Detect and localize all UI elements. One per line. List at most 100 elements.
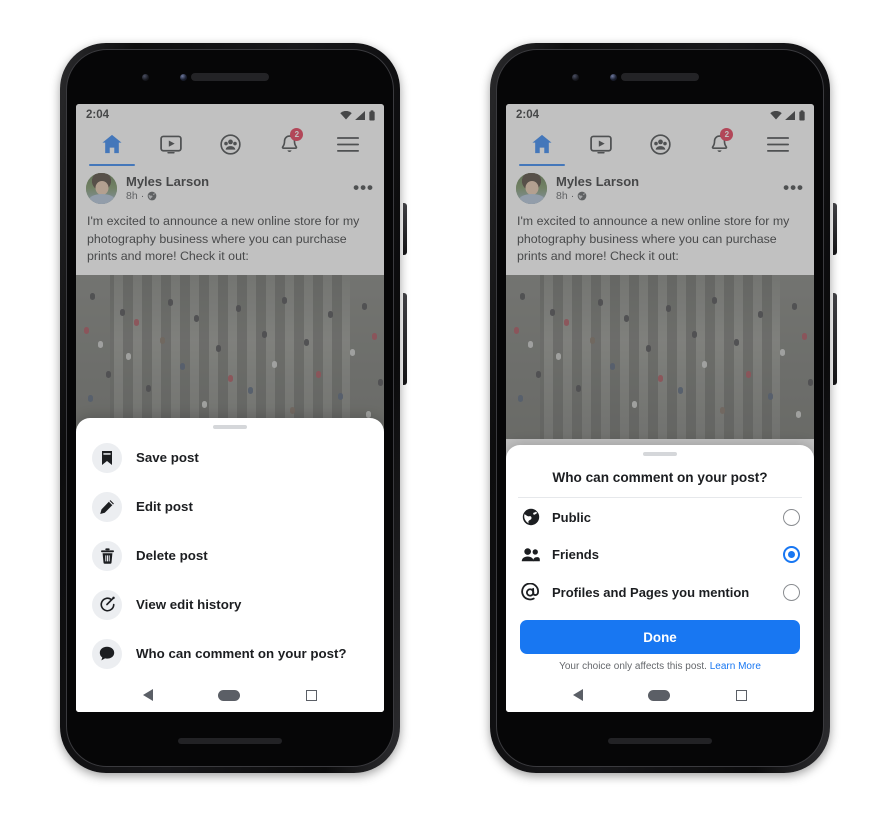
- status-bar: 2:04: [506, 104, 814, 126]
- post-header: Myles Larson 8h · •••: [506, 166, 814, 208]
- home-icon: [102, 134, 122, 154]
- post-more-options-button[interactable]: •••: [353, 179, 374, 196]
- bookmark-icon: [92, 442, 122, 473]
- front-camera-icon: [572, 74, 579, 81]
- friends-icon: [520, 547, 541, 563]
- post-photo[interactable]: [76, 274, 384, 439]
- trash-icon: [92, 540, 122, 571]
- option-profiles-and-pages-you-mention[interactable]: Profiles and Pages you mention: [506, 573, 814, 612]
- bottom-speaker: [178, 738, 282, 744]
- at-icon: [520, 583, 541, 602]
- avatar[interactable]: [516, 173, 547, 204]
- tab-menu[interactable]: [319, 126, 378, 166]
- volume-button[interactable]: [403, 293, 407, 385]
- back-triangle-icon[interactable]: [572, 689, 583, 701]
- post-body-text: I'm excited to announce a new online sto…: [517, 214, 790, 264]
- radio-friends[interactable]: [783, 546, 800, 563]
- video-icon: [160, 135, 182, 153]
- groups-icon: [219, 133, 241, 155]
- power-button[interactable]: [833, 203, 837, 255]
- sheet-grabber[interactable]: [213, 425, 247, 429]
- post-photo[interactable]: [506, 274, 814, 439]
- tab-notifications[interactable]: 2: [690, 126, 749, 166]
- post-meta-line: 8h ·: [556, 190, 639, 202]
- post-meta-separator: ·: [570, 190, 575, 203]
- battery-icon: [799, 109, 805, 120]
- post-body-text: I'm excited to announce a new online sto…: [87, 214, 360, 264]
- tab-video[interactable]: [141, 126, 200, 166]
- power-button[interactable]: [403, 203, 407, 255]
- hamburger-menu-icon: [337, 136, 360, 152]
- tab-groups[interactable]: [200, 126, 259, 166]
- tab-home[interactable]: [82, 126, 141, 166]
- sheet-grabber[interactable]: [643, 452, 677, 456]
- home-pill-icon[interactable]: [218, 689, 241, 701]
- menu-label: Delete post: [136, 548, 208, 563]
- home-icon: [532, 134, 552, 154]
- menu-label: View edit history: [136, 597, 242, 612]
- footer-text: Your choice only affects this post.: [559, 661, 707, 672]
- groups-icon: [649, 133, 671, 155]
- radio-public[interactable]: [783, 508, 800, 526]
- battery-icon: [369, 109, 375, 120]
- earpiece-speaker: [191, 73, 269, 81]
- tab-notifications[interactable]: 2: [260, 126, 319, 166]
- post-header: Myles Larson 8h · •••: [76, 166, 384, 208]
- notification-badge: 2: [720, 128, 734, 141]
- status-time: 2:04: [516, 109, 540, 121]
- option-public[interactable]: Public: [506, 498, 814, 536]
- post-author-name[interactable]: Myles Larson: [556, 174, 639, 190]
- avatar[interactable]: [86, 173, 117, 204]
- menu-item-edit-post[interactable]: Edit post: [76, 482, 384, 531]
- tab-home[interactable]: [512, 126, 571, 166]
- option-label: Profiles and Pages you mention: [552, 585, 750, 600]
- post-more-options-button[interactable]: •••: [783, 179, 804, 196]
- recents-square-icon[interactable]: [306, 689, 318, 701]
- wifi-icon: [340, 110, 352, 119]
- post-time: 8h: [556, 190, 568, 203]
- android-nav-bar: [76, 678, 384, 712]
- screen-left: 2:04 2 Myles Larson 8h · ••• I'm excited…: [76, 104, 384, 712]
- hamburger-menu-icon: [767, 136, 790, 152]
- volume-button[interactable]: [833, 293, 837, 385]
- phone-left: 2:04 2 Myles Larson 8h · ••• I'm excited…: [60, 43, 407, 773]
- menu-item-who-can-comment[interactable]: Who can comment on your post?: [76, 629, 384, 678]
- menu-item-save-post[interactable]: Save post: [76, 433, 384, 482]
- facebook-top-nav: 2: [506, 126, 814, 166]
- home-pill-icon[interactable]: [648, 689, 671, 701]
- comment-icon: [92, 638, 122, 669]
- two-phone-comparison: 2:04 2 Myles Larson 8h · ••• I'm excited…: [0, 0, 890, 816]
- front-sensor-icon: [180, 74, 187, 81]
- menu-item-view-edit-history[interactable]: View edit history: [76, 580, 384, 629]
- option-friends[interactable]: Friends: [506, 536, 814, 573]
- video-icon: [590, 135, 612, 153]
- tab-groups[interactable]: [630, 126, 689, 166]
- learn-more-link[interactable]: Learn More: [710, 661, 761, 672]
- edit-history-icon: [92, 589, 122, 620]
- post-author-name[interactable]: Myles Larson: [126, 174, 209, 190]
- done-button[interactable]: Done: [520, 620, 800, 654]
- radio-profiles-and-pages[interactable]: [783, 584, 800, 601]
- recents-square-icon[interactable]: [736, 689, 748, 701]
- menu-label: Edit post: [136, 499, 193, 514]
- menu-label: Save post: [136, 450, 199, 465]
- phone-right: 2:04 2 Myles Larson 8h · ••• I'm excited…: [490, 43, 837, 773]
- cellular-signal-icon: [785, 110, 795, 120]
- back-triangle-icon[interactable]: [142, 689, 153, 701]
- pencil-icon: [92, 491, 122, 522]
- option-label: Friends: [552, 547, 599, 562]
- bottom-speaker: [608, 738, 712, 744]
- tab-video[interactable]: [571, 126, 630, 166]
- dialog-footer: Your choice only affects this post. Lear…: [506, 654, 814, 678]
- front-camera-icon: [142, 74, 149, 81]
- screen-right: 2:04 2 Myles Larson 8h · ••• I'm excited…: [506, 104, 814, 712]
- tab-menu[interactable]: [749, 126, 808, 166]
- post-options-sheet: Save post Edit post Delete post View edi…: [76, 418, 384, 712]
- post-meta-separator: ·: [140, 190, 145, 203]
- globe-icon: [577, 192, 587, 201]
- android-nav-bar: [506, 678, 814, 712]
- cellular-signal-icon: [355, 110, 365, 120]
- menu-item-delete-post[interactable]: Delete post: [76, 531, 384, 580]
- post-card: Myles Larson 8h · ••• I'm excited to ann…: [76, 166, 384, 439]
- earpiece-speaker: [621, 73, 699, 81]
